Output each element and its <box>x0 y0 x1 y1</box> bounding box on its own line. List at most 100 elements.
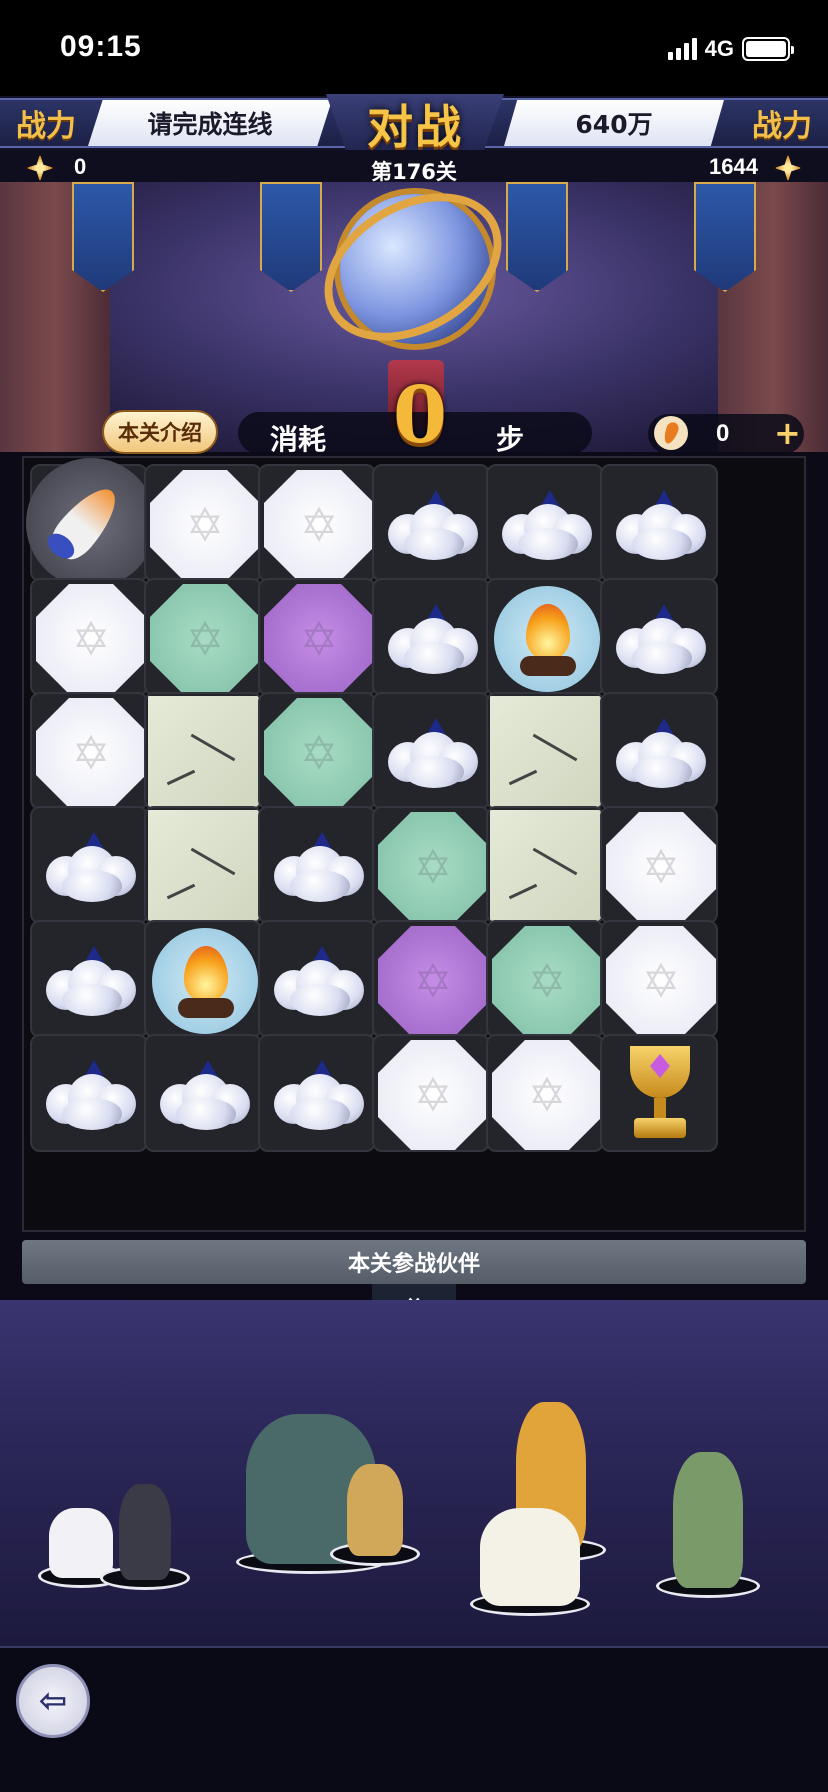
right-power-label: 战力 <box>752 109 812 144</box>
exit-icon[interactable]: ⇦ <box>16 1664 90 1738</box>
cloud-gem-icon <box>612 712 710 794</box>
add-carrot-button[interactable]: + <box>774 414 801 452</box>
board-tile-cloud[interactable] <box>30 920 148 1038</box>
white-octagon-tile: ✡ <box>492 1040 602 1150</box>
cracked-stone-tile <box>148 696 260 808</box>
banner-left <box>72 182 134 292</box>
cloud-gem-icon <box>384 484 482 566</box>
purple-octagon-tile: ✡ <box>378 926 488 1036</box>
board-tile-white[interactable]: ✡ <box>144 464 262 582</box>
campfire-icon <box>152 928 258 1034</box>
board-tile-fire[interactable] <box>486 578 604 696</box>
board-tile-cloud[interactable] <box>372 578 490 696</box>
green-octagon-tile: ✡ <box>492 926 602 1036</box>
board-tile-white[interactable]: ✡ <box>600 806 718 924</box>
board-tile-rock[interactable] <box>144 806 262 924</box>
campfire-icon <box>494 586 600 692</box>
white-octagon-tile: ✡ <box>36 584 146 694</box>
hero-figure <box>480 1508 580 1606</box>
board-tile-cloud[interactable] <box>258 1034 376 1152</box>
board-tile-cloud[interactable] <box>372 692 490 810</box>
hero-figure <box>673 1452 743 1588</box>
board-tile-green[interactable]: ✡ <box>372 806 490 924</box>
battle-header: 战力 请完成连线 对战 640万 战力 0 第176关 1644 <box>0 94 828 184</box>
green-octagon-tile: ✡ <box>150 584 260 694</box>
cloud-gem-icon <box>612 598 710 680</box>
board-tile-white[interactable]: ✡ <box>30 692 148 810</box>
archer-hero[interactable] <box>330 1450 420 1566</box>
board-tile-cloud[interactable] <box>258 806 376 924</box>
board-tile-cloud[interactable] <box>372 464 490 582</box>
board-tile-cloud[interactable] <box>30 806 148 924</box>
cloud-gem-icon <box>42 826 140 908</box>
swordsman-hero[interactable] <box>100 1472 190 1590</box>
green-octagon-tile: ✡ <box>264 698 374 808</box>
board-tile-trophy[interactable] <box>600 1034 718 1152</box>
right-score: 1644 <box>709 154 758 179</box>
cloud-gem-icon <box>156 1054 254 1136</box>
battery-icon <box>742 37 794 61</box>
cloud-gem-icon <box>42 940 140 1022</box>
info-bar: 本关介绍 消耗 0 步 0 + <box>0 370 828 461</box>
game-board: ✡ ✡ ✡ ✡ ✡ ✡ ✡ ✡ ✡ ✡ ✡ ✡ ✡ ✡ <box>22 456 806 1232</box>
hero-figure <box>347 1464 403 1556</box>
battle-title: 对战 <box>326 94 504 154</box>
steps-unit: 步 <box>496 423 525 456</box>
board-tile-rock[interactable] <box>144 692 262 810</box>
green-octagon-tile: ✡ <box>378 812 488 922</box>
board-tile-purple[interactable]: ✡ <box>372 920 490 1038</box>
board-tile-cloud[interactable] <box>144 1034 262 1152</box>
carrot-icon <box>654 416 688 450</box>
trophy-icon <box>610 1046 710 1146</box>
board-tile-cloud[interactable] <box>600 578 718 696</box>
cracked-stone-tile <box>490 810 602 922</box>
status-indicators: 4G <box>667 36 794 62</box>
level-intro-button[interactable]: 本关介绍 <box>102 410 218 454</box>
banner-right <box>694 182 756 292</box>
cloud-gem-icon <box>498 484 596 566</box>
cracked-stone-tile <box>148 810 260 922</box>
board-tile-white[interactable]: ✡ <box>486 1034 604 1152</box>
hero-figure <box>119 1484 171 1580</box>
board-tile-rocket[interactable] <box>26 458 156 588</box>
white-octagon-tile: ✡ <box>264 470 374 580</box>
cloud-gem-icon <box>384 598 482 680</box>
board-tile-purple[interactable]: ✡ <box>258 578 376 696</box>
cracked-stone-tile <box>490 696 602 808</box>
sheep-rider-hero[interactable] <box>470 1496 590 1616</box>
score-row: 0 第176关 1644 <box>0 150 828 184</box>
board-tile-cloud[interactable] <box>486 464 604 582</box>
board-tile-cloud[interactable] <box>30 1034 148 1152</box>
ranger-hero[interactable] <box>656 1440 760 1598</box>
cloud-gem-icon <box>384 712 482 794</box>
white-octagon-tile: ✡ <box>150 470 260 580</box>
network-type: 4G <box>704 36 734 61</box>
steps-count: 0 <box>392 370 448 461</box>
board-tile-rock[interactable] <box>486 692 604 810</box>
status-time: 09:15 <box>60 30 142 63</box>
right-power-value: 640万 <box>504 100 724 146</box>
board-tile-white[interactable]: ✡ <box>600 920 718 1038</box>
white-octagon-tile: ✡ <box>36 698 146 808</box>
board-tile-green[interactable]: ✡ <box>144 578 262 696</box>
carrot-count: 0 <box>716 420 730 447</box>
board-tile-white[interactable]: ✡ <box>30 578 148 696</box>
rocket-icon <box>26 458 156 588</box>
cloud-gem-icon <box>270 1054 368 1136</box>
board-tile-green[interactable]: ✡ <box>486 920 604 1038</box>
cloud-gem-icon <box>270 940 368 1022</box>
board-tile-green[interactable]: ✡ <box>258 692 376 810</box>
steps-label: 消耗 <box>270 423 327 456</box>
signal-icon <box>667 38 697 60</box>
board-tile-cloud[interactable] <box>600 692 718 810</box>
board-tile-cloud[interactable] <box>258 920 376 1038</box>
white-octagon-tile: ✡ <box>606 926 716 1036</box>
white-octagon-tile: ✡ <box>378 1040 488 1150</box>
board-tile-white[interactable]: ✡ <box>372 1034 490 1152</box>
board-tile-rock[interactable] <box>486 806 604 924</box>
partners-bar[interactable]: 本关参战伙伴 <box>22 1240 806 1284</box>
board-tile-cloud[interactable] <box>600 464 718 582</box>
board-tile-white[interactable]: ✡ <box>258 464 376 582</box>
heroes-area <box>0 1300 828 1646</box>
board-tile-fire[interactable] <box>144 920 262 1038</box>
